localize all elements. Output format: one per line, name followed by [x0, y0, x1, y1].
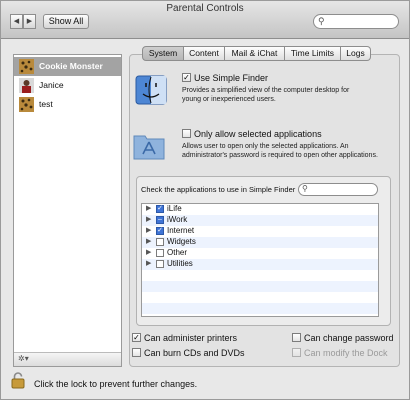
- change-password-label: Can change password: [304, 333, 394, 343]
- tab-content[interactable]: Content: [184, 46, 225, 61]
- list-empty-row: [142, 281, 378, 292]
- gear-icon: ✲▾: [18, 354, 29, 363]
- disclosure-triangle-icon[interactable]: ▶: [146, 226, 151, 234]
- lock-message: Click the lock to prevent further change…: [34, 379, 198, 389]
- finder-icon: [135, 75, 167, 105]
- lock-icon[interactable]: [11, 372, 25, 389]
- action-menu-button[interactable]: ✲▾: [14, 352, 121, 366]
- only-selected-apps-label: Only allow selected applications: [194, 129, 322, 139]
- simple-finder-checkbox[interactable]: ✓: [182, 73, 191, 82]
- administer-printers-label: Can administer printers: [144, 333, 238, 343]
- disclosure-triangle-icon[interactable]: ▶: [146, 204, 151, 212]
- tab-system[interactable]: System: [142, 46, 184, 61]
- list-empty-row: [142, 270, 378, 281]
- user-item-test[interactable]: test: [14, 95, 121, 114]
- leopard-avatar-icon: [19, 97, 34, 112]
- show-all-button[interactable]: Show All: [43, 14, 89, 29]
- app-row-ilife[interactable]: ▶ ✓ iLife: [142, 204, 378, 215]
- user-name: Janice: [39, 80, 64, 90]
- app-checkbox[interactable]: [156, 249, 164, 257]
- app-checkbox[interactable]: ✓: [156, 227, 164, 235]
- modify-dock-checkbox: [292, 348, 301, 357]
- search-icon: ⚲: [302, 184, 308, 193]
- tab-mail-ichat[interactable]: Mail & iChat: [225, 46, 285, 61]
- tab-bar: System Content Mail & iChat Time Limits …: [142, 46, 371, 61]
- app-name: iWork: [167, 215, 188, 224]
- leopard-avatar-icon: [19, 59, 34, 74]
- parental-controls-window: Parental Controls ◀ ▶ Show All ⚲ Cookie …: [0, 0, 410, 400]
- window-title: Parental Controls: [166, 3, 244, 14]
- search-icon: ⚲: [318, 16, 325, 26]
- tab-time-limits[interactable]: Time Limits: [285, 46, 341, 61]
- app-name: Internet: [167, 226, 195, 235]
- administer-printers-checkbox[interactable]: ✓: [132, 333, 141, 342]
- app-checkbox[interactable]: –: [156, 216, 164, 224]
- list-empty-row: [142, 303, 378, 314]
- app-row-iwork[interactable]: ▶ – iWork: [142, 215, 378, 226]
- applications-folder-icon: [133, 135, 165, 160]
- change-password-checkbox[interactable]: [292, 333, 301, 342]
- search-field[interactable]: ⚲: [313, 14, 399, 29]
- user-name: test: [39, 99, 53, 109]
- tab-logs[interactable]: Logs: [341, 46, 371, 61]
- app-checkbox[interactable]: [156, 260, 164, 268]
- app-row-other[interactable]: ▶ Other: [142, 248, 378, 259]
- disclosure-triangle-icon[interactable]: ▶: [146, 248, 151, 256]
- only-selected-apps-description: Allows user to open only the selected ap…: [182, 143, 378, 159]
- apps-list-label: Check the applications to use in Simple …: [141, 185, 296, 194]
- app-row-utilities[interactable]: ▶ Utilities: [142, 259, 378, 270]
- user-item-cookie-monster[interactable]: Cookie Monster: [14, 57, 121, 76]
- apps-search-field[interactable]: ⚲: [298, 183, 378, 196]
- app-row-widgets[interactable]: ▶ Widgets: [142, 237, 378, 248]
- only-selected-apps-checkbox[interactable]: [182, 129, 191, 138]
- applications-list: ▶ ✓ iLife ▶ – iWork ▶ ✓ Internet ▶ Widge…: [141, 203, 379, 317]
- disclosure-triangle-icon[interactable]: ▶: [146, 237, 151, 245]
- person-avatar-icon: [19, 78, 34, 93]
- title-bar: Parental Controls ◀ ▶ Show All ⚲: [1, 1, 409, 39]
- simple-finder-description: Provides a simplified view of the comput…: [182, 87, 350, 103]
- list-empty-row: [142, 292, 378, 303]
- app-name: iLife: [167, 204, 182, 213]
- burn-cds-checkbox[interactable]: [132, 348, 141, 357]
- burn-cds-label: Can burn CDs and DVDs: [144, 348, 245, 358]
- app-name: Utilities: [167, 259, 193, 268]
- simple-finder-label: Use Simple Finder: [194, 73, 269, 83]
- disclosure-triangle-icon[interactable]: ▶: [146, 215, 151, 223]
- modify-dock-label: Can modify the Dock: [304, 348, 388, 358]
- app-row-internet[interactable]: ▶ ✓ Internet: [142, 226, 378, 237]
- app-checkbox[interactable]: ✓: [156, 205, 164, 213]
- user-name: Cookie Monster: [39, 61, 103, 71]
- app-checkbox[interactable]: [156, 238, 164, 246]
- disclosure-triangle-icon[interactable]: ▶: [146, 259, 151, 267]
- user-item-janice[interactable]: Janice: [14, 76, 121, 95]
- back-button[interactable]: ◀: [10, 14, 23, 29]
- app-name: Other: [167, 248, 188, 257]
- user-list: Cookie Monster Janice test ✲▾: [13, 54, 122, 367]
- app-name: Widgets: [167, 237, 196, 246]
- forward-button[interactable]: ▶: [23, 14, 36, 29]
